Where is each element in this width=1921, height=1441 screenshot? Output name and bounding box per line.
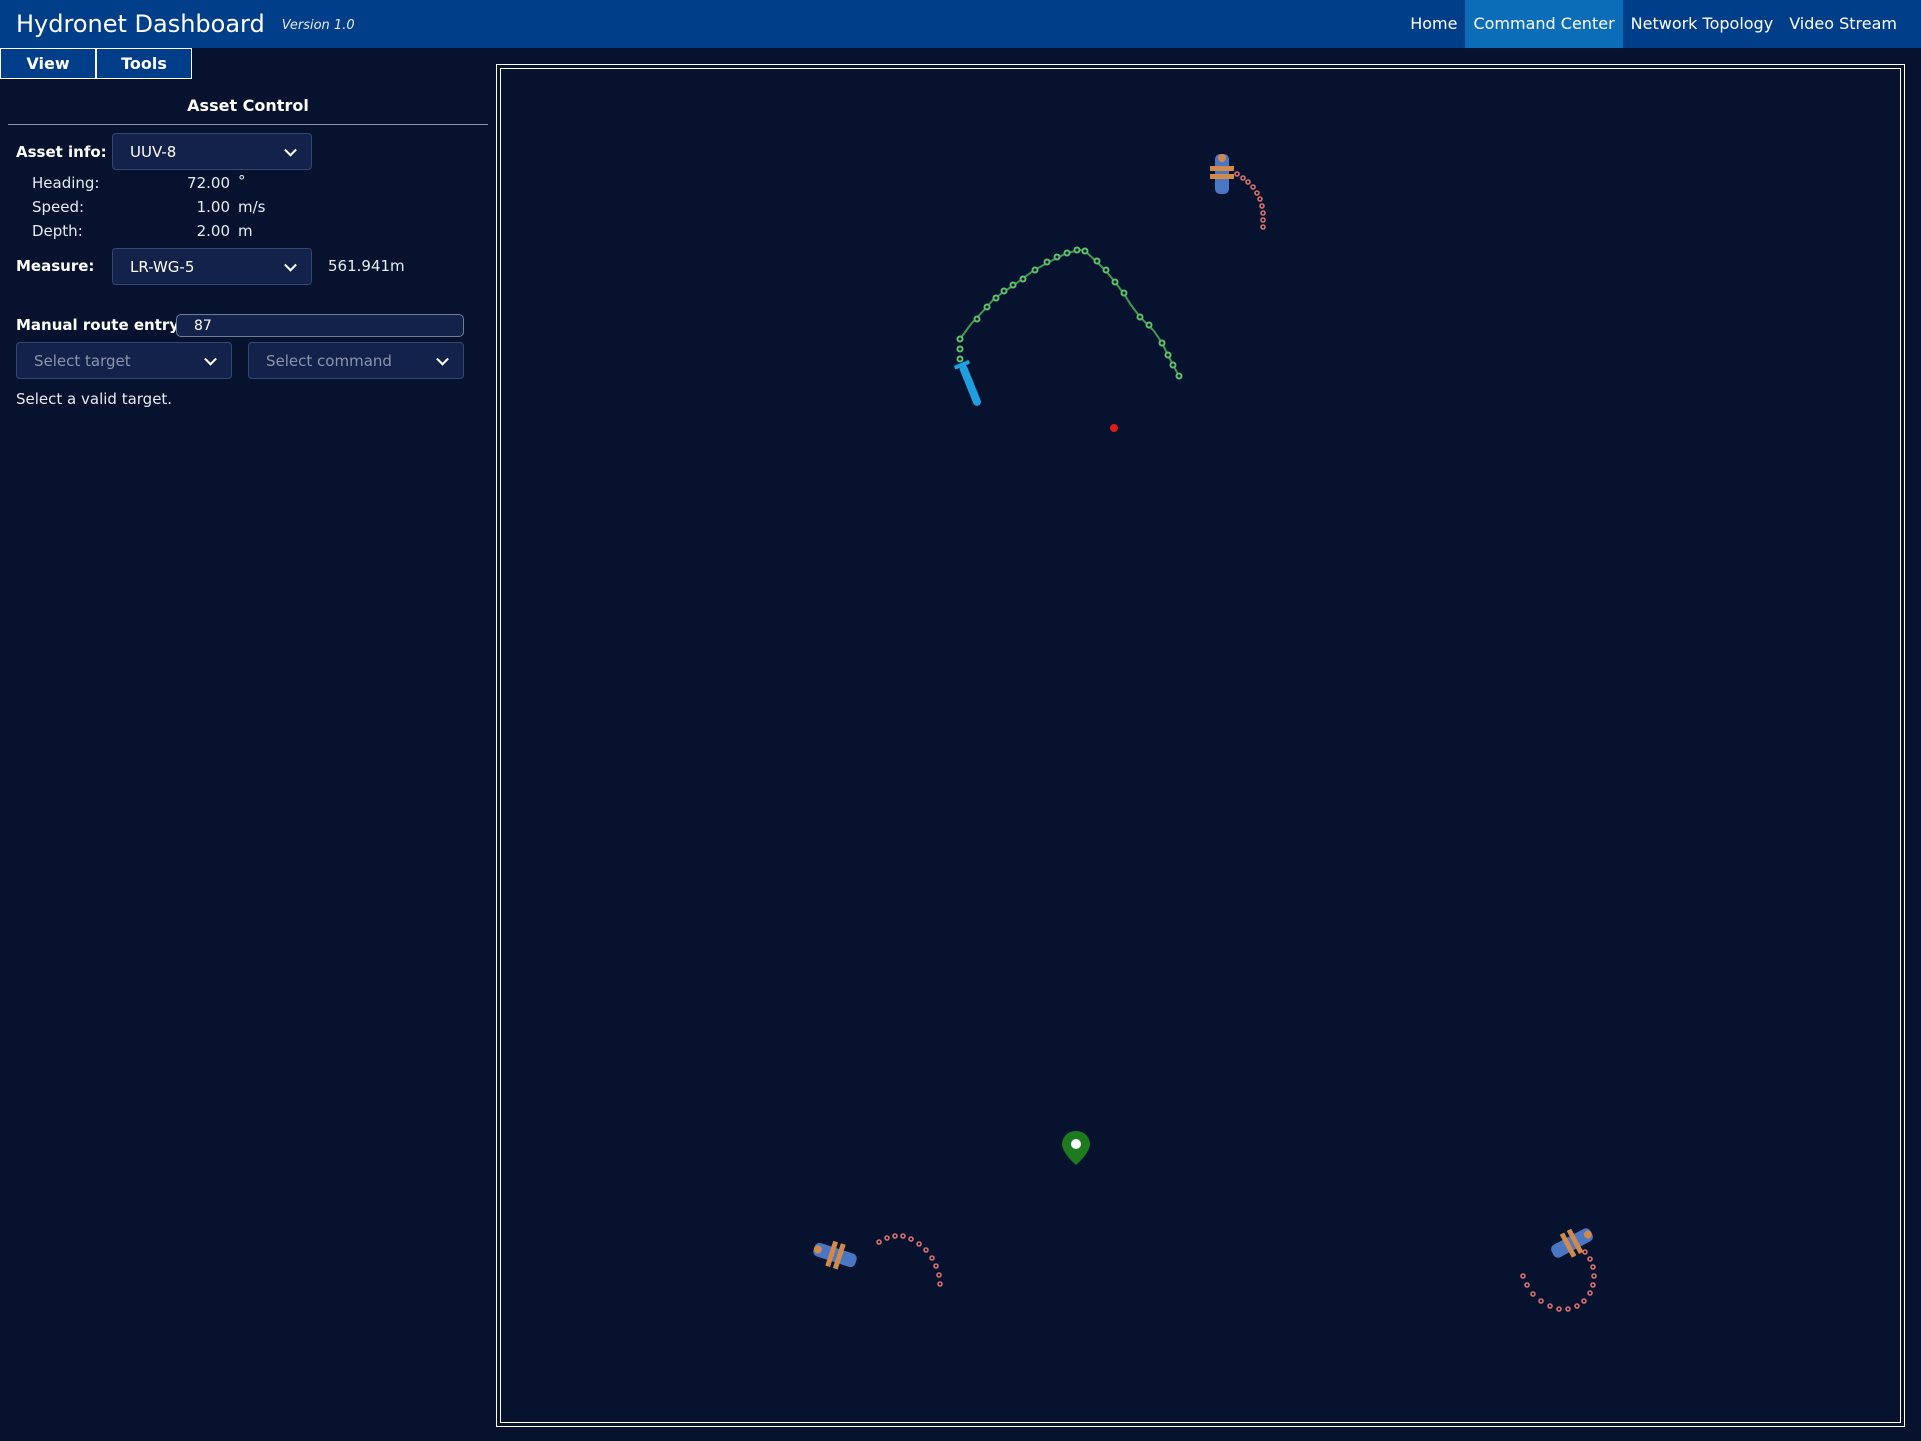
location-pin-icon[interactable] xyxy=(1062,1131,1090,1165)
glider-trail-top xyxy=(1234,171,1266,230)
map-canvas[interactable] xyxy=(500,68,1901,1423)
uuv-trail-points xyxy=(956,246,1183,380)
speed-value: 1.00 xyxy=(196,198,230,216)
wave-glider-icon[interactable] xyxy=(1210,154,1234,194)
chevron-down-icon xyxy=(204,352,217,366)
depth-label: Depth: xyxy=(32,222,83,240)
measure-distance: 561.941m xyxy=(328,257,405,275)
panel-title: Asset Control xyxy=(8,96,488,125)
tab-view[interactable]: View xyxy=(0,48,96,79)
main-nav: Home Command Center Network Topology Vid… xyxy=(1402,0,1905,48)
depth-value: 2.00 xyxy=(196,222,230,240)
map-frame xyxy=(496,64,1905,1427)
speed-unit: m/s xyxy=(238,198,266,216)
command-select[interactable]: Select command xyxy=(248,342,464,379)
asset-select-value: UUV-8 xyxy=(130,142,177,161)
nav-network-topology[interactable]: Network Topology xyxy=(1623,0,1782,48)
uuv-trail xyxy=(959,248,1180,377)
uuv-icon[interactable] xyxy=(954,360,986,409)
app-version: Version 1.0 xyxy=(281,17,355,33)
route-entry-label: Manual route entry: xyxy=(16,316,186,334)
sidebar-tabs: View Tools xyxy=(0,48,192,79)
measure-label: Measure: xyxy=(16,257,95,275)
nav-command-center[interactable]: Command Center xyxy=(1465,0,1623,48)
measure-select-value: LR-WG-5 xyxy=(130,257,195,276)
chevron-down-icon xyxy=(284,143,297,157)
chevron-down-icon xyxy=(436,352,449,366)
top-bar: Hydronet Dashboard Version 1.0 Home Comm… xyxy=(0,0,1921,48)
app-title: Hydronet Dashboard xyxy=(16,10,265,38)
wave-glider-icon[interactable] xyxy=(810,1236,860,1274)
glider-trail-bottom-left xyxy=(876,1233,943,1287)
tab-tools[interactable]: Tools xyxy=(96,48,192,79)
command-select-placeholder: Select command xyxy=(266,351,392,370)
measure-select[interactable]: LR-WG-5 xyxy=(112,248,312,285)
target-select-placeholder: Select target xyxy=(34,351,131,370)
nav-home[interactable]: Home xyxy=(1402,0,1465,48)
target-select[interactable]: Select target xyxy=(16,342,232,379)
heading-unit: ° xyxy=(238,172,246,190)
status-message: Select a valid target. xyxy=(16,390,173,408)
chevron-down-icon xyxy=(284,258,297,272)
asset-select[interactable]: UUV-8 xyxy=(112,133,312,170)
speed-label: Speed: xyxy=(32,198,85,216)
glider-trail-bottom-right xyxy=(1520,1249,1597,1312)
map-svg xyxy=(810,154,1597,1312)
target-dot-icon[interactable] xyxy=(1110,424,1118,432)
heading-label: Heading: xyxy=(32,174,100,192)
asset-info-label: Asset info: xyxy=(16,143,107,161)
depth-unit: m xyxy=(238,222,253,240)
nav-video-stream[interactable]: Video Stream xyxy=(1781,0,1905,48)
heading-value: 72.00 xyxy=(187,174,230,192)
route-entry-input[interactable] xyxy=(176,314,464,337)
